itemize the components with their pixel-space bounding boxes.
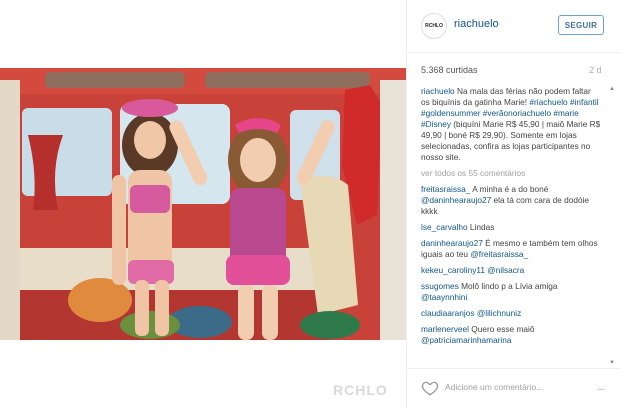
post-age: 2 d	[589, 65, 602, 75]
comment-username[interactable]: lse_carvalho	[421, 222, 468, 232]
comment-username[interactable]: daninhearaujo27	[421, 238, 483, 248]
comment-text: Lindas	[469, 222, 495, 232]
follow-button[interactable]: SEGUIR	[558, 15, 604, 35]
comments-scrollbar[interactable]: ▲ ▼	[609, 86, 615, 366]
comment-username[interactable]: marlenerveel	[421, 324, 469, 334]
scroll-down-icon[interactable]: ▼	[609, 360, 615, 366]
comment-item: freitasraissa_ A minha é a do boné @dani…	[421, 184, 601, 217]
comment-username[interactable]: kekeu_caroliny11	[421, 265, 485, 275]
view-all-comments-link[interactable]: ver todos os 55 comentários	[421, 168, 601, 179]
brand-watermark: RCHLO	[333, 382, 388, 398]
post-photo-illustration	[0, 0, 406, 408]
comment-text: Quero esse maiô	[471, 324, 535, 334]
comment-item: daninhearaujo27 É mesmo e também tem olh…	[421, 238, 601, 260]
comment-mention[interactable]: @lilichnuniz	[477, 308, 521, 318]
likes-count[interactable]: 5.368 curtidas	[421, 65, 478, 75]
comment-item: marlenerveel Quero esse maiô @patriciama…	[421, 324, 601, 346]
post-photo[interactable]: RCHLO	[0, 0, 406, 408]
comment-item: kekeu_caroliny11 @nilsacra	[421, 265, 601, 276]
scroll-up-icon[interactable]: ▲	[609, 86, 615, 92]
comment-text: A minha é a do boné	[472, 184, 549, 194]
caption: riachuelo Na mala das férias não podem f…	[421, 86, 601, 163]
post-sidebar: RCHLO riachuelo SEGUIR 5.368 curtidas 2 …	[406, 0, 620, 408]
comment-mention[interactable]: @patriciamarinhamarina	[421, 335, 512, 345]
avatar[interactable]: RCHLO	[421, 13, 447, 39]
post-header: RCHLO riachuelo SEGUIR	[407, 0, 620, 53]
more-options-icon[interactable]: ...	[597, 379, 605, 393]
comment-item: lse_carvalho Lindas	[421, 222, 601, 233]
comment-mention[interactable]: @nilsacra	[487, 265, 524, 275]
heart-icon[interactable]	[421, 379, 439, 397]
comment-username[interactable]: ssugomes	[421, 281, 459, 291]
add-comment-input[interactable]: Adicione um comentário...	[445, 382, 543, 392]
post-footer: Adicione um comentário... ...	[407, 368, 620, 409]
comment-item: ssugomes Molô lindo p a Lívia amiga @taa…	[421, 281, 601, 303]
comment-text: Molô lindo p a Lívia amiga	[461, 281, 558, 291]
comment-mention[interactable]: @daninhearaujo27	[421, 195, 491, 205]
comments-feed: riachuelo Na mala das férias não podem f…	[421, 86, 601, 370]
username-link[interactable]: riachuelo	[454, 18, 499, 30]
comment-mention[interactable]: @taaynnhini	[421, 292, 467, 302]
comment-username[interactable]: claudiaaranjos	[421, 308, 475, 318]
comment-mention[interactable]: @freitasraissa_	[470, 249, 528, 259]
comment-username[interactable]: freitasraissa_	[421, 184, 470, 194]
comment-item: claudiaaranjos @lilichnuniz	[421, 308, 601, 319]
caption-username[interactable]: riachuelo	[421, 86, 455, 96]
